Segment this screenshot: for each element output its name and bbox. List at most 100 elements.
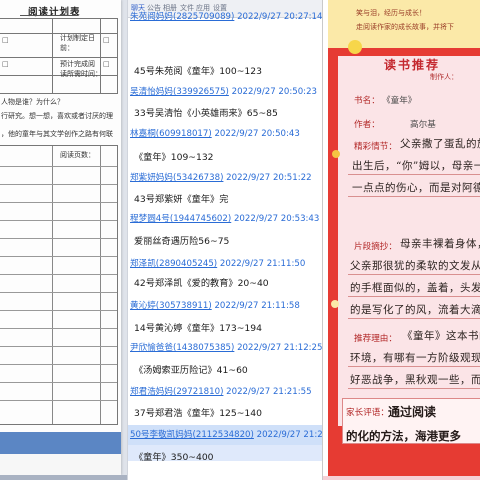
grid-divider	[0, 220, 117, 221]
message-time: 2022/9/27 21:21:55	[226, 387, 312, 397]
sender-name[interactable]: 郑紫妍妈妈(53426738)	[130, 173, 223, 183]
grid-divider	[0, 274, 117, 275]
excerpt-line: 父亲那很犹的柔软的文发从前	[350, 260, 480, 272]
plan-duration-label-2: 读所需时间：	[60, 70, 102, 78]
sender-name[interactable]: 黄沁婷(305738911)	[130, 301, 212, 311]
message-text: 《汤姆索亚历险记》41~60	[134, 365, 248, 376]
sender-name[interactable]: 林嘉桐(609918017)	[130, 129, 212, 139]
reason-line: 好恶战争，黑秋观一些，而且更	[350, 374, 480, 386]
group-chat-window: 聊天 公告 相册 文件 应用 设置 朱苑阅妈妈(2825709089) 2022…	[127, 0, 323, 480]
grid-divider	[0, 166, 117, 167]
sender-name[interactable]: 吴清怡妈妈(339926575)	[130, 87, 229, 97]
message-text: 14号黄沁婷《童年》173~194	[134, 323, 262, 334]
excerpt-line: 的是写化了的风，流着大滴	[350, 304, 480, 316]
note-line-1: 笑与泪，经历与成长！	[356, 9, 426, 17]
highlight-line: 一点点的伤心，而是对阿德的	[352, 182, 480, 194]
message-list[interactable]: 朱苑阅妈妈(2825709089) 2022/9/27 20:27:14 45号…	[128, 12, 323, 480]
review-line: 的化的方法，海港更多	[346, 429, 461, 443]
message-sender[interactable]: 林嘉桐(609918017) 2022/9/27 20:50:43	[130, 127, 300, 141]
message-sender[interactable]: 郑紫妍妈妈(53426738) 2022/9/27 20:51:22	[130, 171, 312, 185]
title-underline	[20, 15, 78, 16]
ruled-line	[348, 388, 480, 389]
message-sender[interactable]: 郑泽凯(2890405245) 2022/9/27 21:11:50	[130, 257, 305, 271]
message-time: 2022/9/27 21:11:50	[219, 259, 306, 269]
message-sender[interactable]: 尹欣愉爸爸(1438075385) 2022/9/27 21:12:25	[130, 341, 323, 355]
highlight-line: 出生后，“你”姆以，母亲一起去	[352, 160, 480, 172]
message-time: 2022/9/27 21:11:58	[214, 301, 300, 311]
checkbox[interactable]: □	[103, 36, 110, 44]
reason-line: 环境，有哪有一方阶级观现，	[350, 352, 480, 364]
sender-name[interactable]: 郑泽凯(2890405245)	[130, 259, 217, 269]
message-sender[interactable]: 50号李敬凯妈妈(2112534820) 2022/9/27 21:24:00	[130, 428, 323, 442]
message-text: 33号吴清怡《小英雄雨来》65~85	[134, 108, 278, 119]
message-time: 2022/9/27 20:53:43	[233, 214, 320, 224]
card-title: 读书推荐	[384, 58, 441, 72]
message-time: 2022/9/27 20:50:23	[231, 87, 318, 97]
sender-name[interactable]: 尹欣愉爸爸(1438075385)	[130, 343, 234, 353]
bottom-strip	[323, 476, 480, 480]
ruled-line	[348, 196, 480, 197]
message-sender[interactable]: 吴清怡妈妈(339926575) 2022/9/27 20:50:23	[130, 85, 317, 99]
horizontal-scrollbar[interactable]	[0, 475, 127, 480]
grid-divider	[0, 400, 117, 401]
excerpt-line: 母亲丰裸着身体，窗	[400, 238, 480, 250]
grid-divider	[0, 310, 117, 311]
ruled-line	[348, 366, 480, 367]
highlight-label: 精彩情节：	[354, 142, 397, 152]
ruled-line	[348, 296, 480, 297]
sender-name[interactable]: 朱苑阅妈妈(2825709089)	[130, 12, 234, 22]
grid-divider	[0, 382, 117, 383]
message-sender[interactable]: 程梦圆4号(1944745602) 2022/9/27 20:53:43	[130, 212, 319, 226]
sender-name[interactable]: 程梦圆4号(1944745602)	[130, 214, 231, 224]
grid-divider	[0, 328, 117, 329]
sender-name[interactable]: 郑君浩妈妈(29721810)	[130, 387, 223, 397]
flower-decoration	[348, 40, 362, 54]
table-divider	[0, 57, 117, 58]
message-time: 2022/9/27 20:27:14	[237, 12, 323, 22]
pages-read-header: 阅读页数：	[60, 151, 95, 159]
plan-question-2: 行研究。想一想，喜欢或者讨厌的理	[1, 112, 113, 120]
ruled-line	[348, 174, 480, 175]
author-value: 高尔基	[410, 120, 436, 130]
message-text: 45号朱苑阅《童年》100~123	[134, 66, 262, 77]
message-sender[interactable]: 郑君浩妈妈(29721810) 2022/9/27 21:21:55	[130, 385, 312, 399]
reading-plan-panel: 阅读计划表 □ □ □ □ 计划制定日 前： 预计完成阅 读所需时间： 人物是谁…	[0, 0, 127, 480]
message-text: 爱丽丝奇遇历险56~75	[134, 236, 230, 247]
message-time: 2022/9/27 21:24:00	[256, 430, 323, 440]
plan-duration-label: 预计完成阅	[60, 60, 95, 68]
message-sender[interactable]: 朱苑阅妈妈(2825709089) 2022/9/27 20:27:14	[130, 10, 323, 24]
dot-decoration	[331, 300, 339, 308]
reason-label: 推荐理由：	[354, 334, 397, 344]
book-recommendation-card: 笑与泪，经历与成长！ 走阅读作家的成长故事，并将下 读书推荐 制作人： 书名： …	[328, 0, 480, 476]
grid-divider	[0, 364, 117, 365]
grid-divider	[0, 238, 117, 239]
message-time: 2022/9/27 20:51:22	[226, 173, 312, 183]
book-label: 书名：	[354, 96, 380, 106]
table-divider	[0, 33, 117, 34]
book-value: 《童年》	[382, 96, 417, 106]
plan-date-label-2: 前：	[60, 44, 74, 52]
maker-label: 制作人：	[430, 73, 458, 81]
plan-question-3: ，他的童年与其文学创作之路有何联	[1, 130, 113, 138]
review-label: 家长评语：	[346, 408, 389, 418]
review-line: 通过阅读	[388, 405, 437, 419]
checkbox[interactable]: □	[2, 60, 9, 68]
message-text: 43号郑紫妍《童年》完	[134, 194, 229, 205]
plan-question-1: 人物是谁？为什么？	[1, 98, 64, 106]
sender-name[interactable]: 50号李敬凯妈妈(2112534820)	[130, 430, 254, 440]
table-divider	[100, 19, 101, 93]
message-sender[interactable]: 黄沁婷(305738911) 2022/9/27 21:11:58	[130, 299, 300, 313]
message-time: 2022/9/27 20:50:43	[214, 129, 300, 139]
highlight-line: 父亲撒了蛋乱的施	[400, 138, 480, 150]
checkbox[interactable]: □	[2, 36, 9, 44]
reading-plan-sheet: 阅读计划表 □ □ □ □ 计划制定日 前： 预计完成阅 读所需时间： 人物是谁…	[0, 0, 121, 475]
message-text: 37号郑君浩《童年》125~140	[134, 408, 262, 419]
grid-divider	[0, 202, 117, 203]
ruled-line	[348, 274, 480, 275]
message-text: 《童年》109~132	[134, 152, 214, 163]
checkbox[interactable]: □	[103, 60, 110, 68]
grid-divider	[0, 346, 117, 347]
reason-line: 《童年》这本书的	[402, 330, 480, 342]
author-label: 作者：	[354, 120, 380, 130]
grid-divider	[0, 256, 117, 257]
